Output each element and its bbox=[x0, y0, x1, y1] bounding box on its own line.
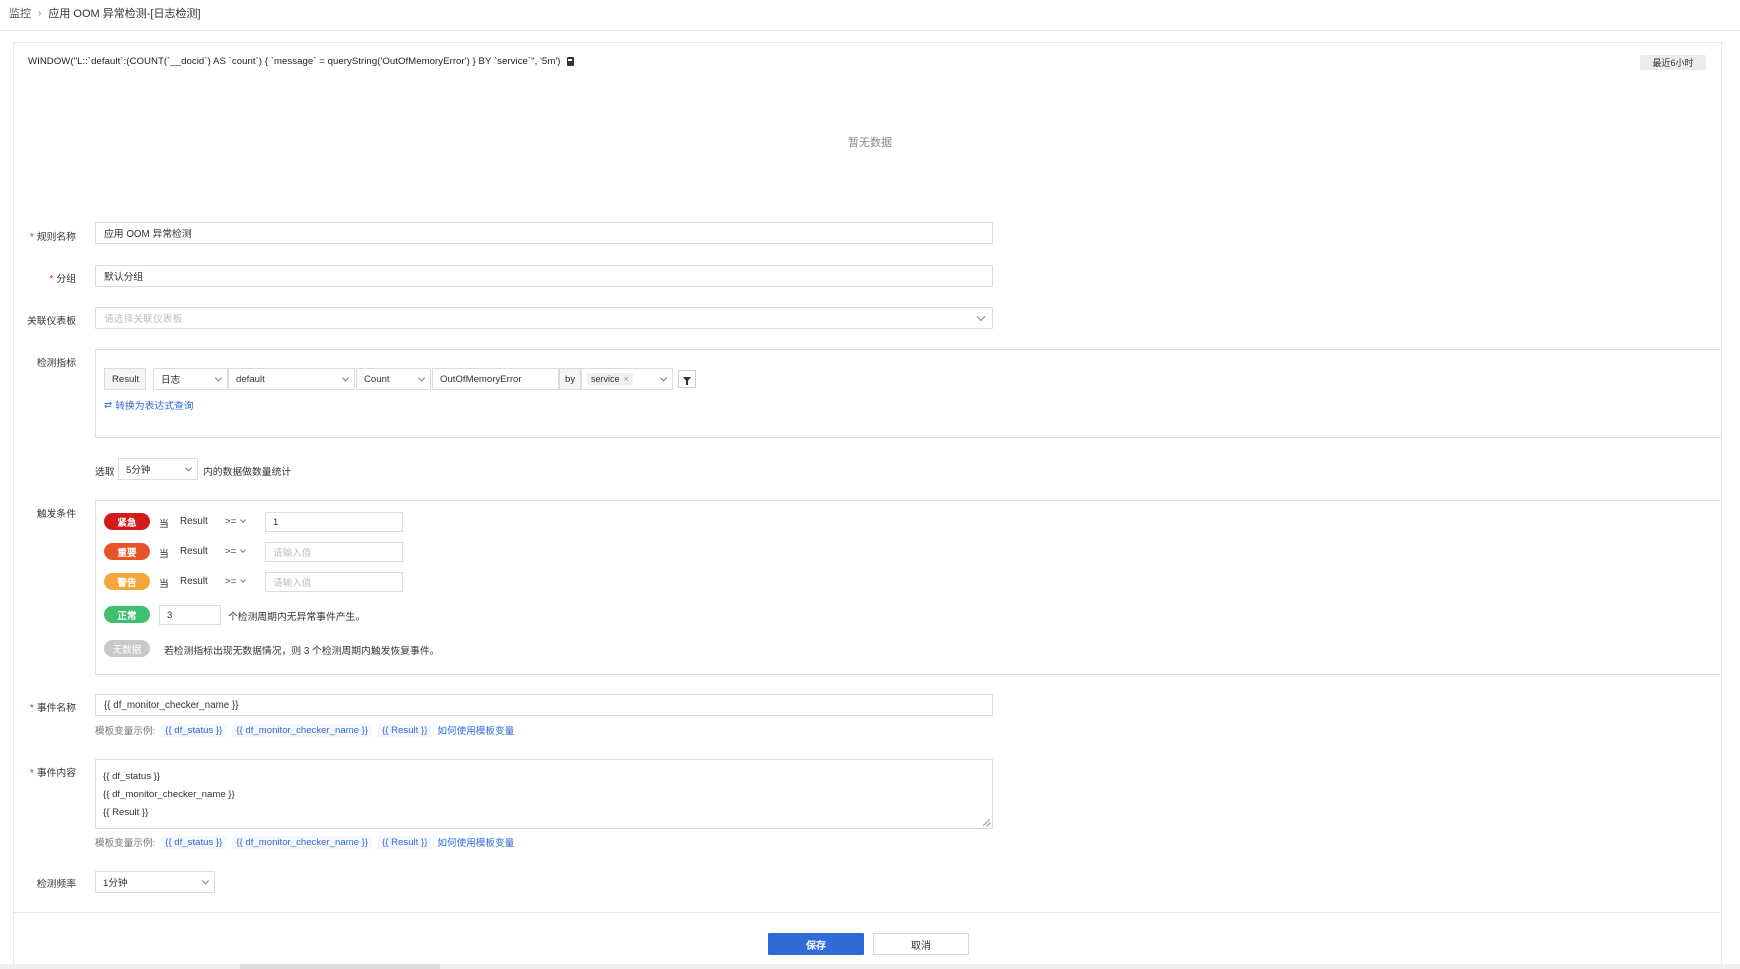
required-mark: * bbox=[29, 768, 34, 779]
trigger-label: 触发条件 bbox=[36, 509, 76, 520]
convert-expression-link[interactable]: ⇄ 转换为表达式查询 bbox=[104, 398, 194, 413]
window-prefix: 选取 bbox=[95, 467, 115, 478]
chevron-right-icon: › bbox=[38, 7, 42, 19]
breadcrumb-root[interactable]: 监控 bbox=[9, 5, 31, 21]
close-icon[interactable]: × bbox=[624, 374, 629, 384]
event-content-textarea[interactable]: {{ df_status }} {{ df_monitor_checker_na… bbox=[95, 759, 993, 829]
trigger-field: Result bbox=[180, 576, 208, 587]
chevron-down-icon bbox=[341, 374, 350, 382]
normal-periods-input[interactable]: 3 bbox=[159, 605, 221, 625]
required-mark: * bbox=[29, 703, 34, 714]
frequency-select[interactable]: 1分钟 bbox=[95, 871, 215, 893]
rule-name-input[interactable]: 应用 OOM 异常检测 bbox=[95, 222, 993, 244]
resize-handle-icon[interactable] bbox=[982, 818, 990, 826]
level-nodata-badge: 无数据 bbox=[104, 640, 150, 657]
breadcrumb: 监控 › 应用 OOM 异常检测-[日志检测] bbox=[9, 5, 201, 21]
dashboard-select[interactable]: 请选择关联仪表板 bbox=[95, 307, 993, 329]
operator-select[interactable]: >= bbox=[225, 546, 247, 557]
template-var[interactable]: {{ df_status }} bbox=[161, 723, 227, 737]
rule-name-label: * 规则名称 bbox=[29, 232, 76, 243]
chevron-down-icon bbox=[240, 517, 247, 523]
metric-label: 检测指标 bbox=[36, 358, 76, 369]
critical-value-input[interactable]: 1 bbox=[265, 512, 403, 532]
group-label: * 分组 bbox=[49, 274, 76, 285]
level-warning-badge: 警告 bbox=[104, 573, 150, 590]
nodata-description: 若检测指标出现无数据情况，则 3 个检测周期内触发恢复事件。 bbox=[164, 646, 440, 657]
metric-source-select[interactable]: 日志 bbox=[153, 368, 228, 390]
template-vars-label: 模板变量示例: bbox=[95, 726, 156, 737]
dashboard-label: 关联仪表板 bbox=[27, 316, 76, 327]
operator-select[interactable]: >= bbox=[225, 576, 247, 587]
group-input[interactable]: 默认分组 bbox=[95, 265, 993, 287]
chevron-down-icon bbox=[976, 312, 986, 322]
normal-description: 个检测周期内无异常事件产生。 bbox=[228, 612, 366, 623]
level-critical-badge: 紧急 bbox=[104, 513, 150, 530]
template-vars-hint: 模板变量示例: {{ df_status }} {{ df_monitor_ch… bbox=[95, 723, 514, 737]
template-var[interactable]: {{ Result }} bbox=[378, 723, 432, 737]
required-mark: * bbox=[29, 232, 34, 243]
by-tag: service × bbox=[587, 373, 633, 385]
when-text: 当 bbox=[159, 519, 169, 530]
template-help-link[interactable]: 如何使用模板变量 bbox=[437, 723, 514, 737]
warning-value-input[interactable]: 请输入值 bbox=[265, 572, 403, 592]
metric-by-select[interactable]: service × bbox=[581, 368, 673, 390]
required-mark: * bbox=[49, 274, 54, 285]
content-line: {{ Result }} bbox=[103, 807, 149, 818]
event-name-label: * 事件名称 bbox=[29, 703, 76, 714]
metric-keyword-input[interactable]: OutOfMemoryError bbox=[432, 368, 559, 390]
swap-icon: ⇄ bbox=[104, 399, 113, 411]
save-button[interactable]: 保存 bbox=[768, 933, 864, 955]
frequency-label: 检测频率 bbox=[36, 879, 76, 890]
scrollbar-thumb[interactable] bbox=[240, 964, 440, 969]
when-text: 当 bbox=[159, 579, 169, 590]
template-vars-label: 模板变量示例: bbox=[95, 838, 156, 849]
event-content-label: * 事件内容 bbox=[29, 768, 76, 779]
chevron-down-icon bbox=[240, 577, 247, 583]
breadcrumb-current: 应用 OOM 异常检测-[日志检测] bbox=[48, 8, 201, 20]
content-line: {{ df_status }} bbox=[103, 771, 161, 782]
template-vars-hint: 模板变量示例: {{ df_status }} {{ df_monitor_ch… bbox=[95, 835, 514, 849]
template-var[interactable]: {{ Result }} bbox=[378, 835, 432, 849]
level-important-badge: 重要 bbox=[104, 543, 150, 560]
event-name-input[interactable]: {{ df_monitor_checker_name }} bbox=[95, 694, 993, 716]
header-divider bbox=[0, 30, 1740, 31]
important-value-input[interactable]: 请输入值 bbox=[265, 542, 403, 562]
level-normal-badge: 正常 bbox=[104, 606, 150, 623]
window-suffix: 内的数据做数量统计 bbox=[203, 467, 292, 478]
metric-aggregation-select[interactable]: Count bbox=[356, 368, 431, 390]
filter-icon bbox=[683, 376, 691, 385]
footer-divider bbox=[13, 912, 1722, 913]
dashboard-placeholder: 请选择关联仪表板 bbox=[104, 314, 183, 325]
query-expression: WINDOW("L::`default`:(COUNT(`__docid`) A… bbox=[28, 56, 574, 67]
copy-icon[interactable] bbox=[566, 57, 574, 66]
chevron-down-icon bbox=[201, 877, 210, 885]
chevron-down-icon bbox=[184, 464, 193, 472]
metric-index-select[interactable]: default bbox=[228, 368, 355, 390]
filter-button[interactable] bbox=[678, 370, 696, 388]
template-var[interactable]: {{ df_status }} bbox=[161, 835, 227, 849]
content-line: {{ df_monitor_checker_name }} bbox=[103, 789, 235, 800]
window-select[interactable]: 5分钟 bbox=[118, 458, 198, 480]
time-range-button[interactable]: 最近6小时 bbox=[1640, 55, 1706, 70]
cancel-button[interactable]: 取消 bbox=[873, 933, 969, 955]
query-text: WINDOW("L::`default`:(COUNT(`__docid`) A… bbox=[28, 56, 561, 67]
template-var[interactable]: {{ df_monitor_checker_name }} bbox=[232, 835, 373, 849]
chevron-down-icon bbox=[214, 374, 223, 382]
template-var[interactable]: {{ df_monitor_checker_name }} bbox=[232, 723, 373, 737]
metric-box bbox=[95, 349, 1722, 438]
chevron-down-icon bbox=[240, 547, 247, 553]
chevron-down-icon bbox=[659, 374, 668, 382]
chevron-down-icon bbox=[417, 374, 426, 382]
when-text: 当 bbox=[159, 549, 169, 560]
trigger-field: Result bbox=[180, 516, 208, 527]
template-help-link[interactable]: 如何使用模板变量 bbox=[437, 835, 514, 849]
metric-by-label: by bbox=[559, 368, 581, 390]
operator-select[interactable]: >= bbox=[225, 516, 247, 527]
chart-empty-text: 暂无数据 bbox=[848, 137, 892, 149]
metric-result-name: Result bbox=[104, 368, 146, 390]
trigger-field: Result bbox=[180, 546, 208, 557]
